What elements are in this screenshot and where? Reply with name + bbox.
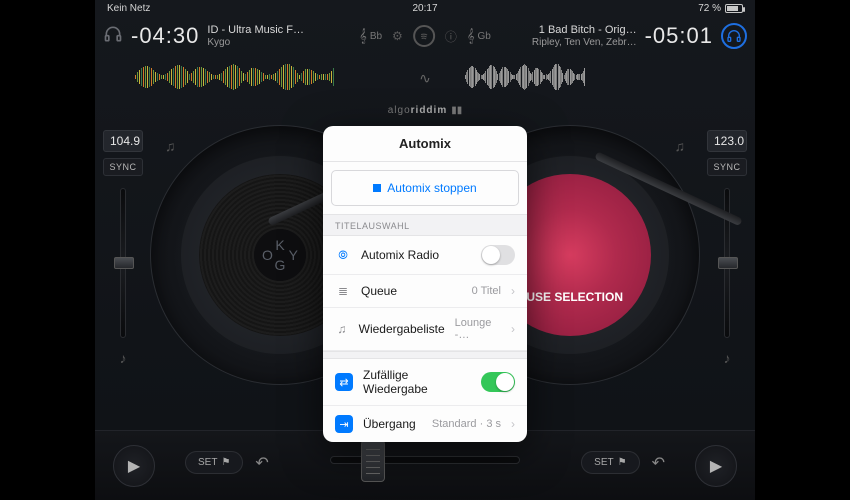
shuffle-toggle[interactable] — [481, 372, 515, 392]
info-icon[interactable]: ⓘ — [445, 28, 457, 45]
left-waveform[interactable] — [135, 62, 335, 92]
right-bpm[interactable]: 123.0 — [707, 130, 747, 152]
left-deck-time: -04:30 — [131, 23, 199, 49]
battery-indicator: 72 % — [698, 3, 743, 14]
right-side-column: 123.0 SYNC ♪ — [705, 130, 749, 366]
automix-popover: Automix Automix stoppen TITELAUSWAHL ⦾ A… — [323, 126, 527, 442]
automix-radio-toggle[interactable] — [481, 245, 515, 265]
chevron-right-icon: › — [511, 417, 515, 431]
battery-icon — [725, 4, 743, 13]
left-track-title: ID - Ultra Music F… — [207, 24, 304, 37]
left-tempo-fader[interactable] — [120, 188, 126, 338]
left-jump-icon[interactable]: ↶ — [255, 453, 268, 473]
right-cue-group: SET⚑ ↶ — [581, 451, 665, 474]
stop-automix-button[interactable]: Automix stoppen — [331, 170, 519, 206]
crossfader-knob[interactable] — [361, 440, 385, 482]
fader-knob[interactable] — [114, 257, 134, 269]
left-track-artist: Kygo — [207, 37, 304, 49]
left-set-cue-button[interactable]: SET⚑ — [185, 451, 243, 474]
right-sync-button[interactable]: SYNC — [707, 158, 747, 176]
right-waveform[interactable] — [465, 62, 585, 92]
carrier-label: Kein Netz — [107, 3, 150, 14]
headphones-right-icon[interactable] — [721, 23, 747, 49]
radio-icon: ⦾ — [335, 248, 351, 263]
right-set-cue-button[interactable]: SET⚑ — [581, 451, 639, 474]
dj-app: Kein Netz 20:17 72 % -04:30 ID - Ultra M… — [95, 0, 755, 500]
row-queue[interactable]: ≣ Queue 0 Titel › — [323, 275, 527, 308]
chevron-right-icon: › — [511, 322, 515, 336]
left-sync-button[interactable]: SYNC — [103, 158, 143, 176]
flag-icon: ⚑ — [618, 457, 627, 468]
fader-knob[interactable] — [718, 257, 738, 269]
playlist-icon: ♫ — [335, 322, 349, 336]
right-track-block[interactable]: 1 Bad Bitch - Orig… Ripley, Ten Ven, Zeb… — [532, 24, 637, 48]
left-track-block[interactable]: ID - Ultra Music F… Kygo — [207, 24, 304, 48]
row-automix-radio[interactable]: ⦾ Automix Radio — [323, 236, 527, 275]
row-playlist[interactable]: ♫ Wiedergabeliste Lounge -… › — [323, 308, 527, 351]
waveform-row[interactable]: ∿ — [95, 56, 755, 101]
note-icon[interactable]: ♫ — [675, 138, 686, 154]
list-icon: ≣ — [335, 284, 351, 298]
right-play-button[interactable]: ▶ — [695, 445, 737, 487]
app-stage: Kein Netz 20:17 72 % -04:30 ID - Ultra M… — [0, 0, 850, 500]
spotify-icon[interactable] — [413, 25, 435, 47]
left-cue-group: SET⚑ ↶ — [185, 451, 269, 474]
note-icon[interactable]: ♫ — [165, 138, 176, 154]
shuffle-icon: ⇄ — [335, 373, 353, 391]
left-record-label: KYGO — [254, 229, 306, 281]
right-track-artist: Ripley, Ten Ven, Zebr… — [532, 37, 637, 49]
crossfader[interactable] — [330, 456, 520, 464]
waveform-center-icon[interactable]: ∿ — [419, 70, 431, 87]
left-bpm[interactable]: 104.9 — [103, 130, 143, 152]
left-side-column: 104.9 SYNC ♪ — [101, 130, 145, 366]
popover-title: Automix — [323, 126, 527, 162]
headphones-left-icon[interactable] — [103, 24, 123, 49]
note-icon[interactable]: ♪ — [724, 350, 731, 366]
group-label: TITELAUSWAHL — [323, 214, 527, 236]
right-deck-time: -05:01 — [645, 23, 713, 49]
right-jump-icon[interactable]: ↶ — [652, 453, 665, 473]
transition-icon: ⇥ — [335, 415, 353, 433]
battery-pct: 72 % — [698, 3, 721, 14]
right-key[interactable]: 𝄞Gb — [467, 28, 491, 44]
chevron-right-icon: › — [511, 284, 515, 298]
right-track-title: 1 Bad Bitch - Orig… — [532, 24, 637, 37]
left-key[interactable]: 𝄞Bb — [359, 28, 382, 44]
stop-icon — [373, 184, 381, 192]
flag-icon: ⚑ — [221, 457, 230, 468]
clock: 20:17 — [412, 3, 437, 14]
left-play-button[interactable]: ▶ — [113, 445, 155, 487]
note-icon[interactable]: ♪ — [120, 350, 127, 366]
status-bar: Kein Netz 20:17 72 % — [95, 0, 755, 16]
row-shuffle[interactable]: ⇄ Zufällige Wiedergabe — [323, 359, 527, 406]
row-transition[interactable]: ⇥ Übergang Standard · 3 s › — [323, 406, 527, 442]
gear-icon[interactable]: ⚙ — [392, 29, 403, 43]
track-header: -04:30 ID - Ultra Music F… Kygo 𝄞Bb ⚙ ⓘ … — [95, 16, 755, 56]
brand-logo: algoriddim▮▮ — [95, 101, 755, 119]
